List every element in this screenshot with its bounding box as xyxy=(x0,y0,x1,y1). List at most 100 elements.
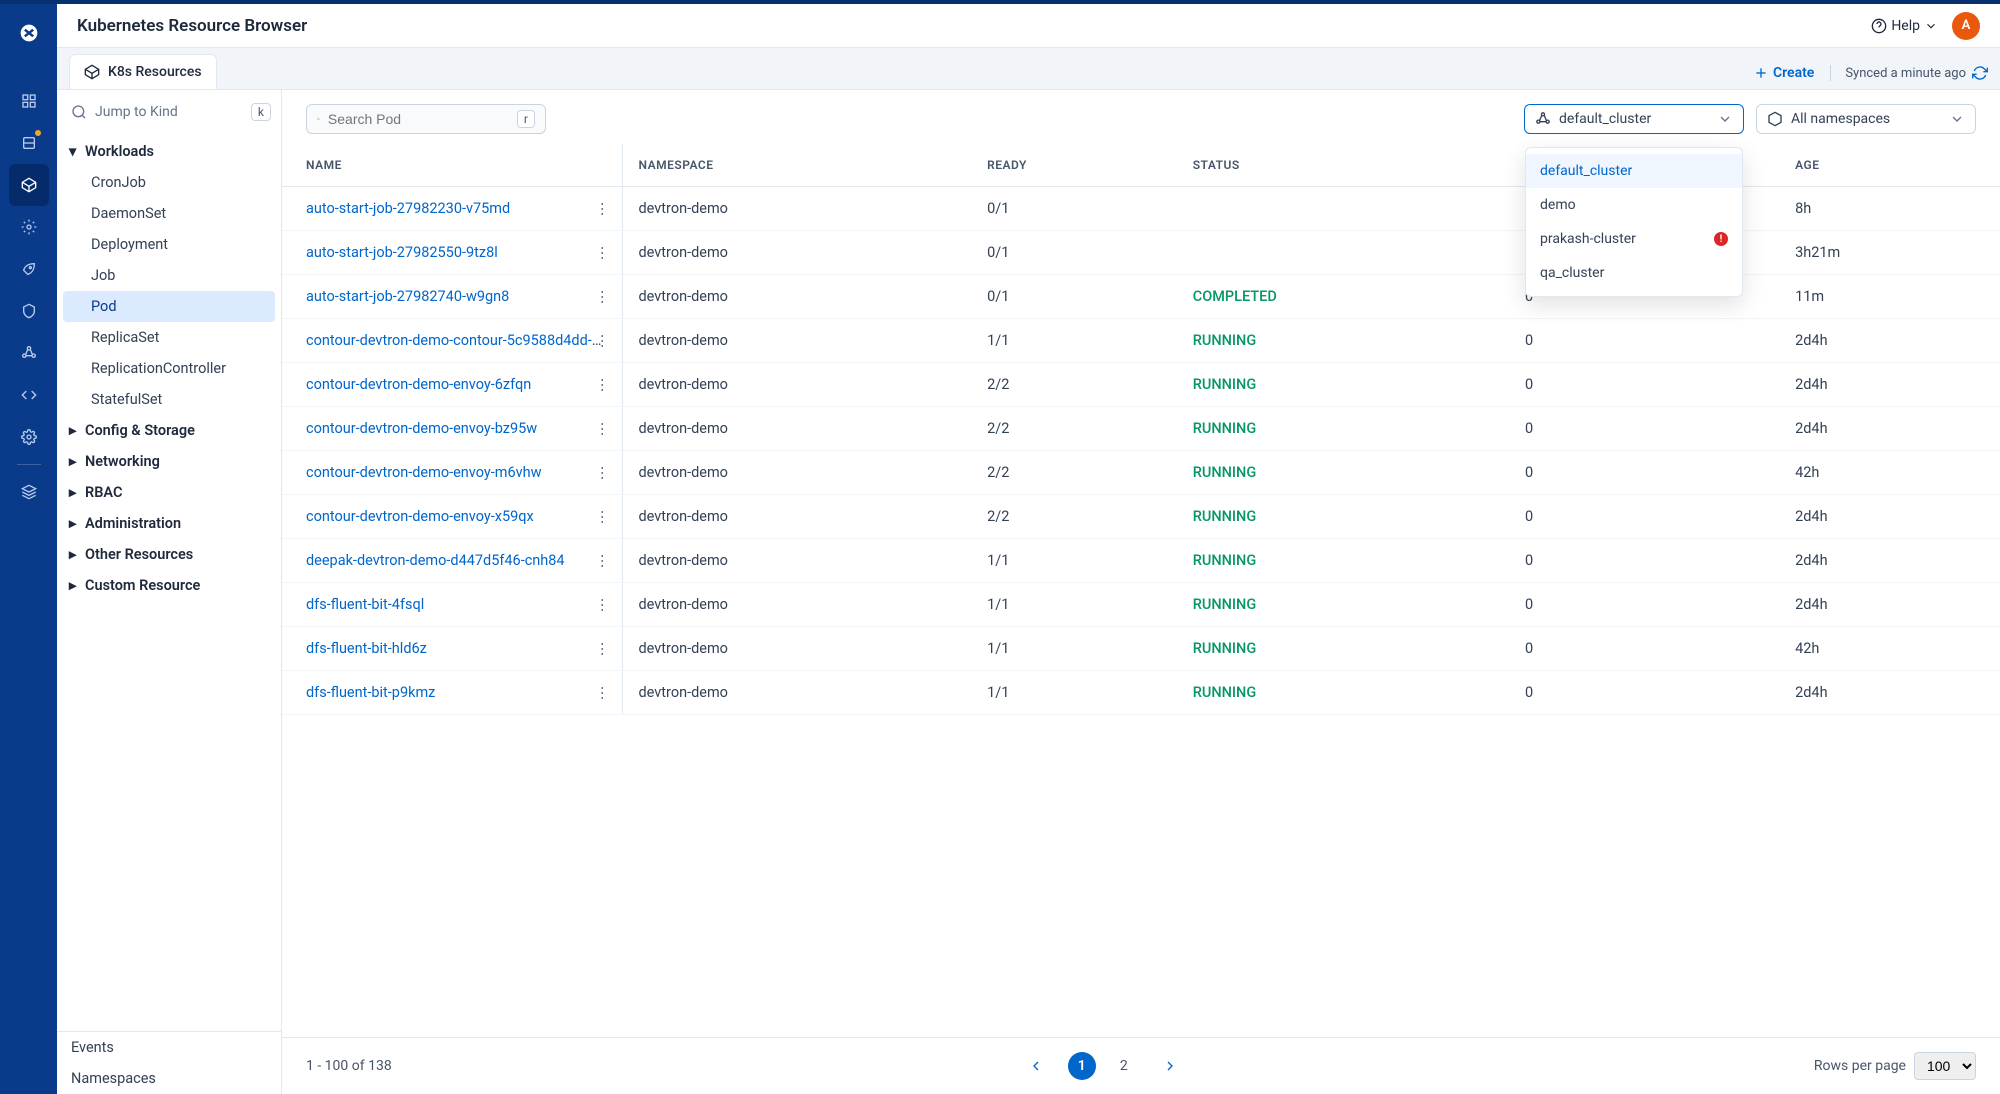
pager-prev[interactable] xyxy=(1022,1052,1050,1080)
tree-item[interactable]: Namespaces xyxy=(57,1063,281,1094)
left-nav xyxy=(0,0,57,1094)
cell-restarts: 0 xyxy=(1509,495,1779,539)
search-icon xyxy=(71,104,87,120)
nav-settings-icon[interactable] xyxy=(9,416,49,458)
cell-restarts: 0 xyxy=(1509,407,1779,451)
cluster-dropdown: default_clusterdemoprakash-cluster!qa_cl… xyxy=(1525,147,1743,297)
cluster-option[interactable]: demo xyxy=(1526,188,1742,222)
cell-age: 2d4h xyxy=(1779,495,2000,539)
rpp-label: Rows per page xyxy=(1814,1058,1906,1074)
cluster-selected-value: default_cluster xyxy=(1559,111,1651,127)
jump-to-kind[interactable]: Jump to Kind k xyxy=(57,90,281,134)
cluster-option[interactable]: qa_cluster xyxy=(1526,256,1742,290)
tree-group[interactable]: ▾Workloads xyxy=(57,136,281,167)
tree-item[interactable]: ReplicationController xyxy=(57,353,281,384)
row-menu-icon[interactable]: ⋮ xyxy=(591,548,614,573)
resource-link[interactable]: auto-start-job-27982740-w9gn8 xyxy=(306,288,509,305)
tree-group[interactable]: ▸Custom Resource xyxy=(57,570,281,601)
table-row: contour-devtron-demo-envoy-6zfqn ⋮ devtr… xyxy=(282,363,2000,407)
refresh-icon xyxy=(1972,65,1988,81)
cell-age: 11m xyxy=(1779,275,2000,319)
row-menu-icon[interactable]: ⋮ xyxy=(591,460,614,485)
tree-item[interactable]: Job xyxy=(57,260,281,291)
row-menu-icon[interactable]: ⋮ xyxy=(591,328,614,353)
tab-k8s-resources[interactable]: K8s Resources xyxy=(69,54,217,89)
jump-shortcut: k xyxy=(251,103,271,121)
resource-link[interactable]: contour-devtron-demo-envoy-m6vhw xyxy=(306,464,542,481)
cell-status: RUNNING xyxy=(1177,363,1509,407)
tree-group[interactable]: ▸RBAC xyxy=(57,477,281,508)
row-menu-icon[interactable]: ⋮ xyxy=(591,416,614,441)
search-icon xyxy=(317,111,320,127)
cube-icon xyxy=(84,64,100,80)
cluster-option[interactable]: default_cluster xyxy=(1526,154,1742,188)
nav-code-icon[interactable] xyxy=(9,374,49,416)
cell-ready: 0/1 xyxy=(971,275,1177,319)
nav-resource-browser-icon[interactable] xyxy=(9,164,49,206)
resource-link[interactable]: dfs-fluent-bit-4fsql xyxy=(306,596,424,613)
nav-cluster-icon[interactable] xyxy=(9,332,49,374)
tree-item[interactable]: Deployment xyxy=(57,229,281,260)
resource-link[interactable]: contour-devtron-demo-envoy-bz95w xyxy=(306,420,537,437)
tree-item[interactable]: Pod xyxy=(63,291,275,322)
page-number[interactable]: 1 xyxy=(1068,1052,1096,1080)
row-menu-icon[interactable]: ⋮ xyxy=(591,504,614,529)
cell-restarts: 0 xyxy=(1509,627,1779,671)
create-button[interactable]: Create xyxy=(1753,65,1814,81)
cell-ready: 2/2 xyxy=(971,363,1177,407)
nav-deploy-icon[interactable] xyxy=(9,248,49,290)
pager-next[interactable] xyxy=(1156,1052,1184,1080)
search-pod-input[interactable]: r xyxy=(306,104,546,134)
tree-item[interactable]: StatefulSet xyxy=(57,384,281,415)
namespace-select[interactable]: All namespaces xyxy=(1756,104,1976,134)
row-menu-icon[interactable]: ⋮ xyxy=(591,240,614,265)
search-field[interactable] xyxy=(328,111,509,127)
page-number[interactable]: 2 xyxy=(1110,1052,1138,1080)
tree-item[interactable]: CronJob xyxy=(57,167,281,198)
resource-link[interactable]: auto-start-job-27982550-9tz8l xyxy=(306,244,498,261)
tree-item[interactable]: ReplicaSet xyxy=(57,322,281,353)
tree-group[interactable]: ▸Administration xyxy=(57,508,281,539)
tree-item[interactable]: DaemonSet xyxy=(57,198,281,229)
app-logo-icon[interactable] xyxy=(12,16,46,50)
resource-link[interactable]: contour-devtron-demo-envoy-x59qx xyxy=(306,508,534,525)
rpp-select[interactable]: 100 xyxy=(1914,1052,1976,1080)
cell-age: 2d4h xyxy=(1779,539,2000,583)
resource-link[interactable]: deepak-devtron-demo-d447d5f46-cnh84 xyxy=(306,552,565,569)
nav-apps-icon[interactable] xyxy=(9,122,49,164)
tree-group[interactable]: ▸Networking xyxy=(57,446,281,477)
resource-link[interactable]: contour-devtron-demo-envoy-6zfqn xyxy=(306,376,531,393)
tree-group[interactable]: ▸Config & Storage xyxy=(57,415,281,446)
tree-item[interactable]: Events xyxy=(57,1032,281,1063)
cell-status: COMPLETED xyxy=(1177,275,1509,319)
row-menu-icon[interactable]: ⋮ xyxy=(591,592,614,617)
column-header[interactable]: STATUS xyxy=(1177,144,1509,187)
cluster-select[interactable]: default_cluster default_clusterdemopraka… xyxy=(1524,104,1744,134)
row-menu-icon[interactable]: ⋮ xyxy=(591,680,614,705)
avatar[interactable]: A xyxy=(1952,12,1980,40)
cell-status: RUNNING xyxy=(1177,583,1509,627)
row-menu-icon[interactable]: ⋮ xyxy=(591,196,614,221)
column-header[interactable]: AGE xyxy=(1779,144,2000,187)
plus-icon xyxy=(1753,65,1769,81)
nav-dashboard-icon[interactable] xyxy=(9,80,49,122)
row-menu-icon[interactable]: ⋮ xyxy=(591,636,614,661)
row-menu-icon[interactable]: ⋮ xyxy=(591,372,614,397)
resource-link[interactable]: contour-devtron-demo-contour-5c9588d4dd-… xyxy=(306,332,618,349)
nav-stack-icon[interactable] xyxy=(9,471,49,513)
tree-group[interactable]: ▸Other Resources xyxy=(57,539,281,570)
resource-link[interactable]: auto-start-job-27982230-v75md xyxy=(306,200,510,217)
resource-link[interactable]: dfs-fluent-bit-hld6z xyxy=(306,640,427,657)
help-button[interactable]: Help xyxy=(1871,18,1938,34)
column-header[interactable]: NAMESPACE xyxy=(622,144,971,187)
resource-link[interactable]: dfs-fluent-bit-p9kmz xyxy=(306,684,435,701)
cell-age: 2d4h xyxy=(1779,363,2000,407)
nav-security-icon[interactable] xyxy=(9,290,49,332)
row-menu-icon[interactable]: ⋮ xyxy=(591,284,614,309)
sync-status[interactable]: Synced a minute ago xyxy=(1830,65,1988,81)
cluster-option[interactable]: prakash-cluster! xyxy=(1526,222,1742,256)
column-header[interactable]: READY xyxy=(971,144,1177,187)
cell-age: 2d4h xyxy=(1779,319,2000,363)
nav-config-icon[interactable] xyxy=(9,206,49,248)
column-header[interactable]: NAME xyxy=(282,144,622,187)
